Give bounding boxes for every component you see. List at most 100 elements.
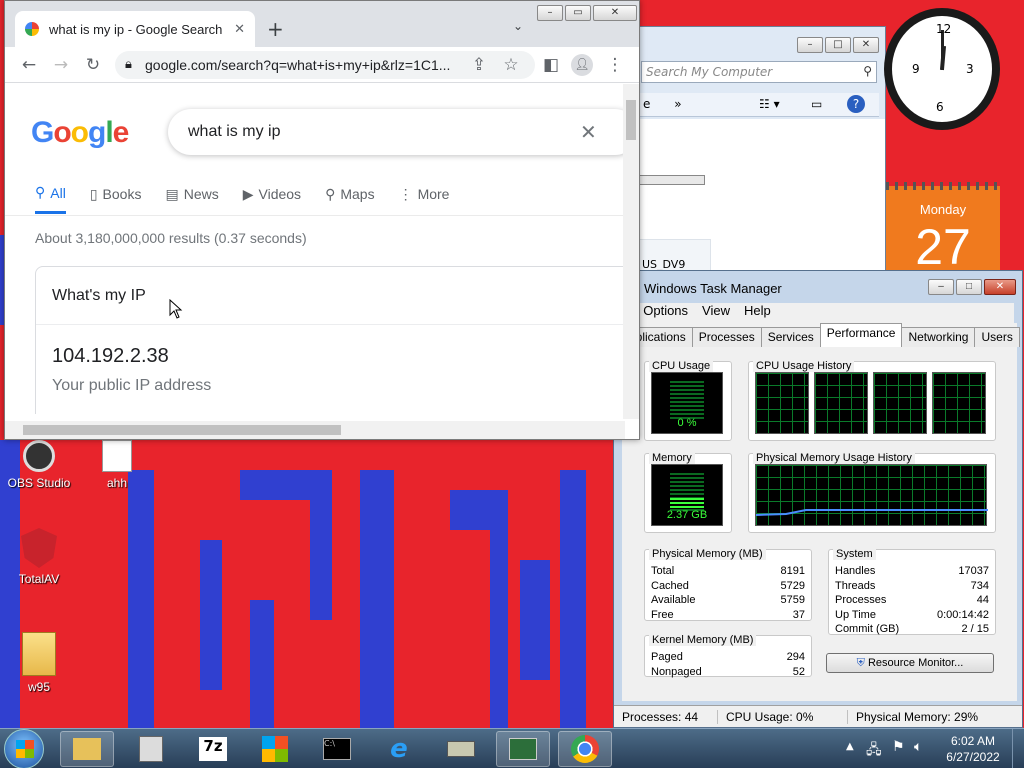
taskbar-windows-app[interactable] [248,731,302,767]
horizontal-scroll-thumb[interactable] [23,425,341,435]
calendar-day: 27 [915,219,971,275]
forward-icon[interactable]: → [51,55,71,75]
tab-services[interactable]: Services [760,327,821,347]
start-button[interactable] [4,729,44,768]
cpu-history-panel: CPU Usage History [748,360,996,441]
chevron-right-icon[interactable]: » [674,97,681,111]
tab-more[interactable]: ⋮ More [399,184,450,214]
browser-tab[interactable]: what is my ip - Google Search ✕ [15,11,255,47]
taskbar-explorer[interactable] [60,731,114,767]
search-results-page: Google what is my ip ✕ ⚲ All ▯ Books ▤ News… [5,84,625,414]
tray-expand-icon[interactable]: ▲ [846,741,854,752]
tabs-divider [5,215,625,216]
toolbar-fragment: e [643,97,651,111]
taskbar-app-7[interactable] [434,731,488,767]
window-controls: – □ ✕ [928,279,1016,295]
tab-networking[interactable]: Networking [901,327,976,347]
tab-all[interactable]: ⚲ All [35,184,66,214]
view-options-icon[interactable]: ☷ ▾ [759,97,780,111]
tab-performance[interactable]: Performance [819,323,903,347]
windows-logo-icon [16,740,34,758]
close-button[interactable]: ✕ [593,5,637,21]
minimize-button[interactable]: – [928,279,954,295]
desktop-icon-ahh[interactable]: ahh [82,440,152,490]
tab-search-icon[interactable]: ⌄ [513,19,523,33]
stat-label: Handles [835,565,876,577]
minimize-button[interactable]: – [537,5,563,21]
tab-news[interactable]: ▤ News [165,184,218,214]
desktop-icon-obs-studio[interactable]: OBS Studio [4,440,74,490]
clock-gadget[interactable]: 9 3 6 12 [884,8,1000,130]
maximize-button[interactable]: ▭ [565,5,591,21]
google-logo-letter: G [31,116,54,149]
memory-value: 2.37 GB [666,509,708,521]
flag-icon[interactable]: ⚑ [892,739,905,755]
menu-view[interactable]: View [702,303,730,323]
menu-kebab-icon[interactable]: ⋮ [605,55,625,75]
stat-row: Nonpaged 52 [651,665,805,680]
google-logo-letter: o [53,116,71,149]
ip-address: 104.192.2.38 [52,345,169,367]
stat-row: Available 5759 [651,593,805,608]
resource-monitor-button[interactable]: ⛨ Resource Monitor... [826,653,994,673]
new-tab-icon[interactable]: + [267,17,284,41]
reload-icon[interactable]: ↻ [83,55,103,75]
clear-search-icon[interactable]: ✕ [580,120,597,145]
share-icon[interactable]: ⇪ [469,55,489,75]
horizontal-scrollbar[interactable] [5,421,625,439]
desktop-icon-label: w95 [27,680,50,694]
side-panel-icon[interactable]: ◧ [541,55,561,75]
desktop-icon-w95[interactable]: w95 [4,632,74,694]
cpu-history-graph-core-2 [814,372,868,434]
taskbar-7zip[interactable]: 7z [186,731,240,767]
network-icon[interactable]: 🖧︎ [866,739,882,763]
maximize-button[interactable]: □ [956,279,982,295]
tab-users[interactable]: Users [974,327,1020,347]
minimize-button[interactable]: – [797,37,823,53]
vertical-scroll-thumb[interactable] [626,100,636,140]
search-input[interactable]: Search My Computer ⚲ [641,61,877,83]
close-button[interactable]: ✕ [853,37,879,53]
menu-help[interactable]: Help [744,303,771,323]
close-button[interactable]: ✕ [984,279,1016,295]
tab-books[interactable]: ▯ Books [90,184,142,214]
vertical-scrollbar[interactable] [623,84,639,419]
bookmark-star-icon[interactable]: ☆ [501,55,521,75]
profile-avatar-icon[interactable]: 👤︎ [571,54,593,76]
preview-pane-icon[interactable]: ▭ [811,97,822,111]
tab-processes[interactable]: Processes [691,327,762,347]
maximize-button[interactable]: □ [825,37,851,53]
tab-close-icon[interactable]: ✕ [234,21,245,37]
google-logo-letter: l [105,116,113,149]
google-logo[interactable]: Google [31,116,129,150]
taskbar-chrome[interactable] [558,731,612,767]
task-manager-titlebar: Windows Task Manager – □ ✕ [614,271,1022,303]
show-desktop-button[interactable] [1012,729,1024,768]
taskbar-task-manager[interactable] [496,731,550,767]
chrome-window[interactable]: what is my ip - Google Search ✕ + ⌄ – ▭ … [4,0,640,440]
system-title: System [833,548,876,560]
taskbar-app-2[interactable] [124,731,178,767]
stat-value: 44 [976,594,989,607]
taskbar-internet-explorer[interactable]: e [372,731,426,767]
taskbar-command-prompt[interactable]: C:\ [310,731,364,767]
help-icon[interactable]: ? [847,95,865,113]
calendar-gadget[interactable]: Monday 27 [886,182,1000,275]
desktop-icon-totalav[interactable]: TotalAV [4,528,74,586]
volume-icon[interactable]: 🔈︎ [914,739,922,755]
search-icon: ⚲ [35,184,46,200]
back-icon[interactable]: ← [19,55,39,75]
tab-maps[interactable]: ⚲ Maps [325,184,375,214]
taskbar-clock[interactable]: 6:02 AM 6/27/2022 [936,733,1010,765]
task-manager-window[interactable]: Windows Task Manager – □ ✕ e Options Vie… [613,270,1023,728]
tab-label: Maps [340,186,375,202]
menu-options[interactable]: Options [643,303,688,323]
search-input[interactable]: what is my ip ✕ [168,109,625,155]
desktop-icon-label: OBS Studio [7,476,71,490]
clock-numeral: 12 [936,22,952,36]
stat-row: Commit (GB) 2 / 15 [835,622,989,637]
more-dots-icon: ⋮ [398,185,413,202]
tab-videos[interactable]: ▶ Videos [243,184,301,214]
taskbar-time: 6:02 AM [950,734,996,748]
physical-memory-panel: Physical Memory (MB) Total 8191 Cached 572… [644,548,812,621]
